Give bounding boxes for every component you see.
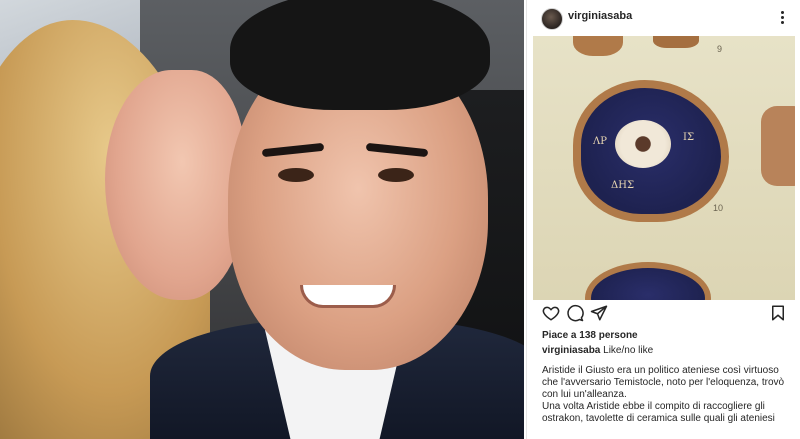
more-dot — [780, 20, 784, 24]
left-eye — [278, 168, 314, 182]
smile — [300, 285, 396, 308]
ceramic-shard — [585, 262, 711, 300]
more-dot — [780, 10, 784, 14]
post-image[interactable]: 9 ΛΡ ΙΣ ΔΗΣ 10 — [533, 36, 795, 300]
instagram-post-card: virginiasaba 9 ΛΡ ΙΣ ΔΗΣ 10 Piace a 138 … — [526, 0, 800, 439]
caption-text: Aristide il Giusto era un politico ateni… — [542, 365, 794, 425]
right-eye — [378, 168, 414, 182]
more-icon[interactable] — [777, 7, 787, 27]
man-hair — [230, 0, 490, 110]
likes-count[interactable]: Piace a 138 persone — [542, 330, 638, 341]
comment-icon[interactable] — [566, 304, 584, 322]
ceramic-shard — [761, 106, 795, 186]
share-icon[interactable] — [590, 304, 608, 322]
avatar[interactable] — [541, 8, 563, 30]
caption-header: virginiasaba Like/no like — [542, 345, 653, 356]
heart-icon[interactable] — [542, 304, 560, 322]
exhibit-number: 9 — [717, 44, 723, 54]
ostrakon-hole — [615, 120, 671, 168]
inscription-glyph: ΛΡ — [593, 136, 607, 147]
exhibit-number: 10 — [713, 203, 724, 213]
post-username[interactable]: virginiasaba — [568, 10, 632, 22]
inscription-glyph: ΙΣ — [683, 132, 695, 143]
selfie-photo — [0, 0, 524, 439]
post-actions — [527, 304, 800, 326]
inscription-glyph: ΔΗΣ — [611, 180, 635, 191]
woman-face — [105, 70, 245, 300]
bookmark-icon[interactable] — [769, 304, 787, 322]
caption-paragraph: Una volta Aristide ebbe il compito di ra… — [542, 401, 775, 424]
caption-username[interactable]: virginiasaba — [542, 345, 600, 356]
post-header: virginiasaba — [527, 0, 800, 36]
ceramic-shard — [653, 36, 699, 48]
caption-paragraph: Aristide il Giusto era un politico ateni… — [542, 365, 785, 400]
more-dot — [780, 15, 784, 19]
ceramic-shard — [573, 36, 623, 56]
screenshot: virginiasaba 9 ΛΡ ΙΣ ΔΗΣ 10 Piace a 138 … — [0, 0, 800, 439]
caption-inline-text: Like/no like — [603, 345, 654, 356]
